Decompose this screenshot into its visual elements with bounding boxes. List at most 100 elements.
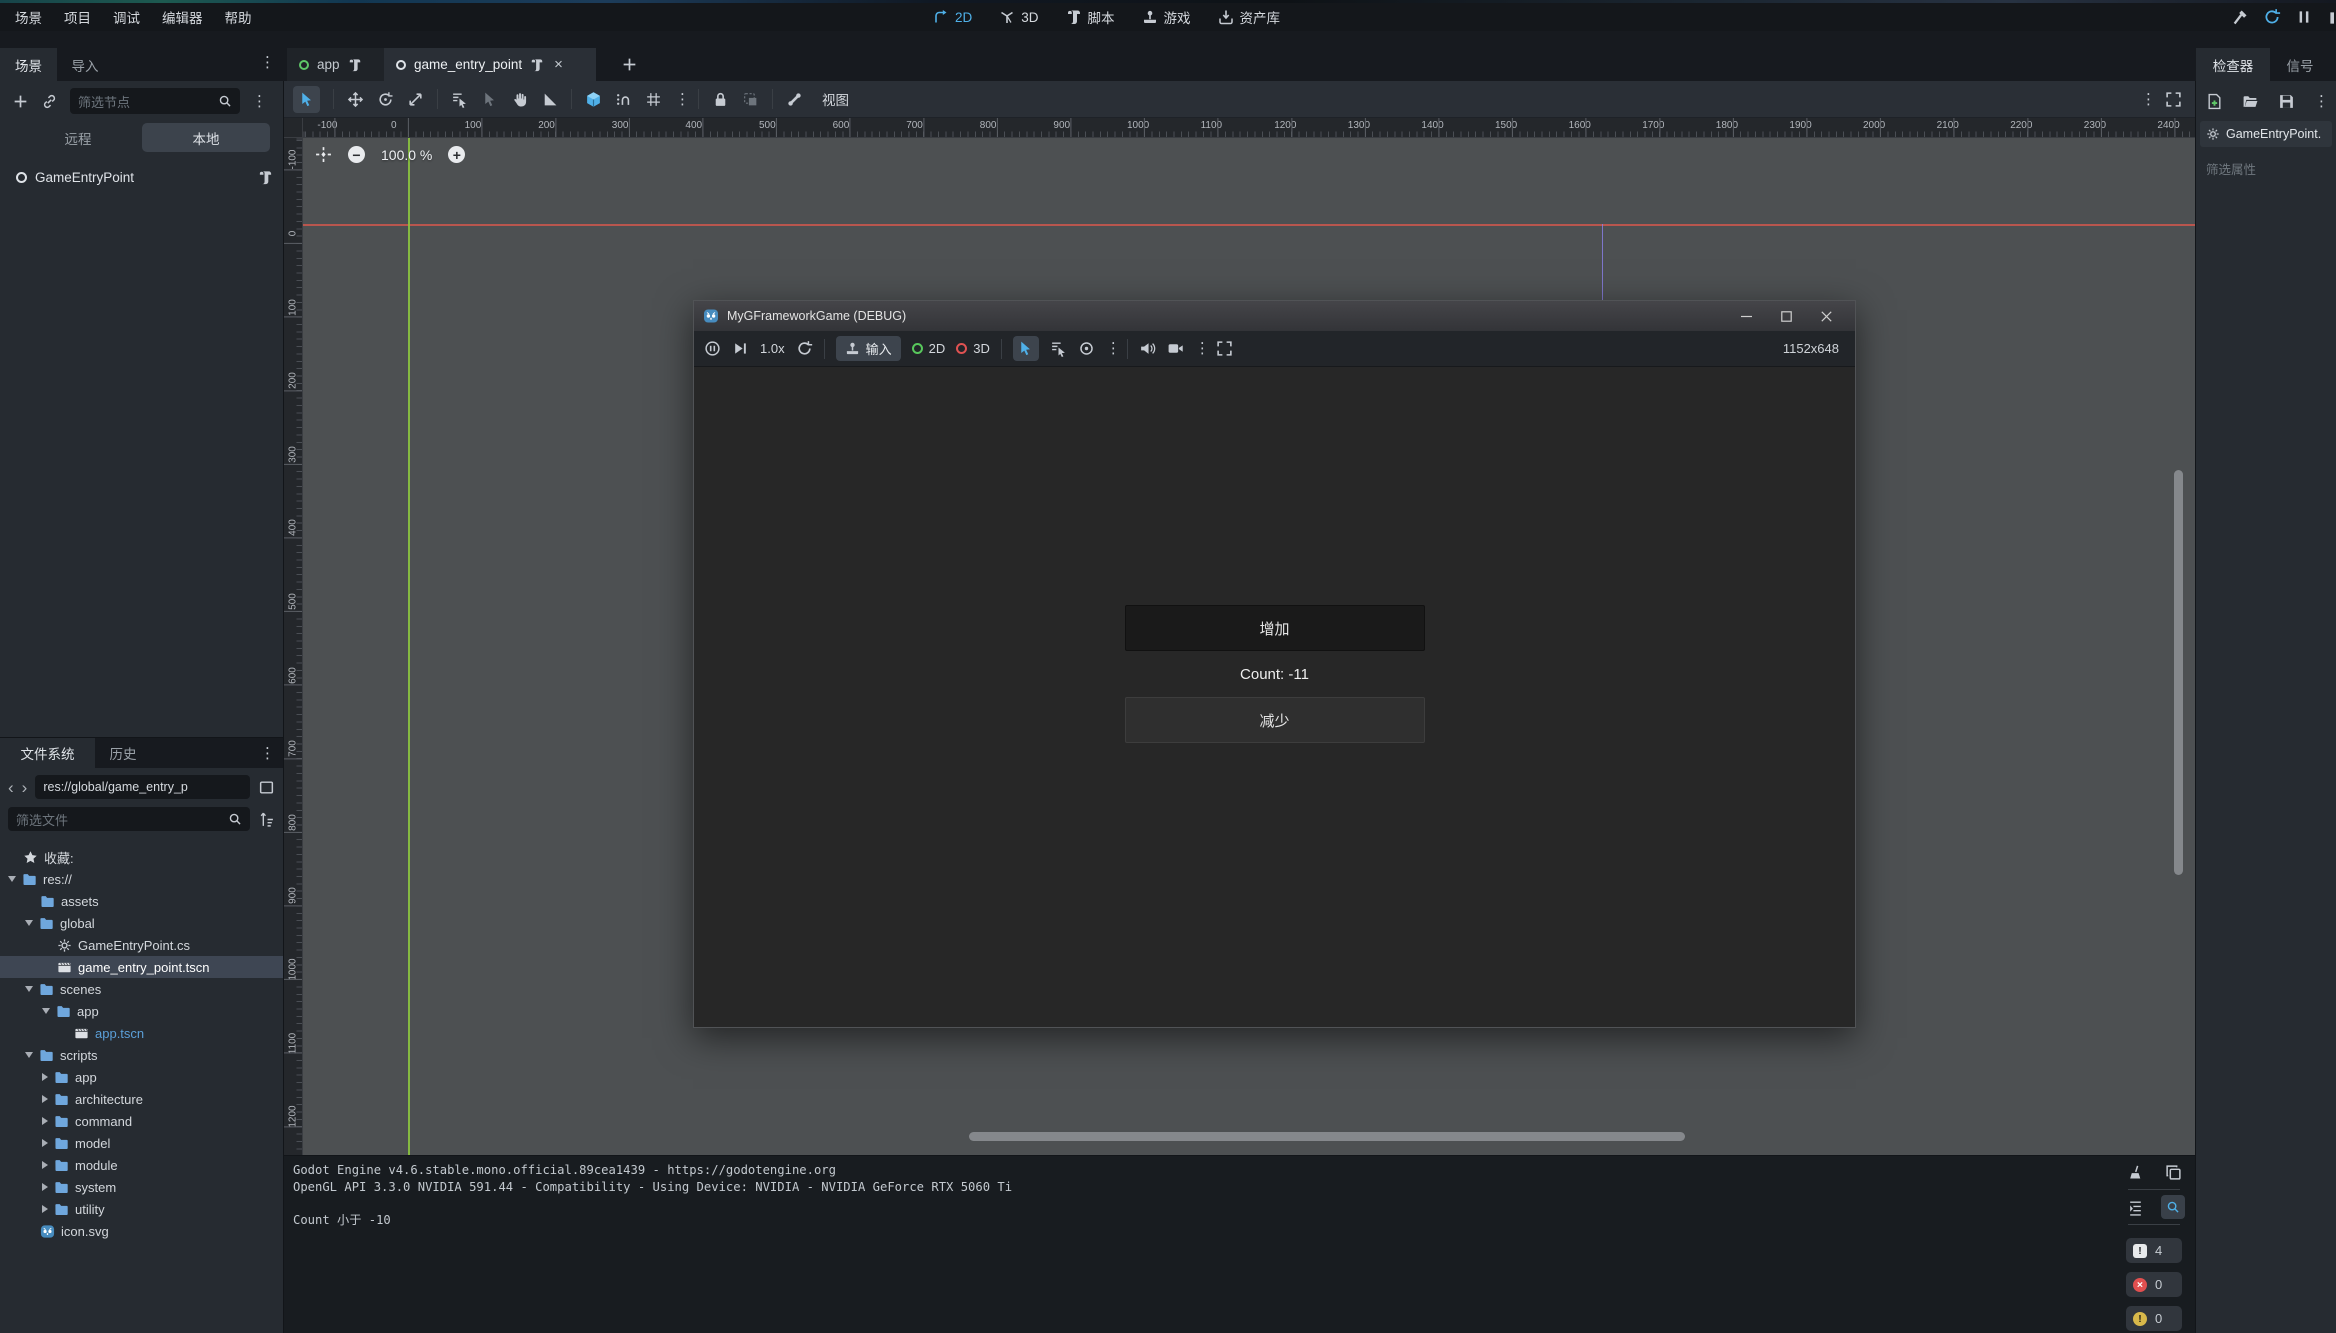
zoom-level[interactable]: 100.0 % [381,147,432,163]
warnings-counter[interactable]: ! 0 [2126,1306,2182,1331]
zoom-out-button[interactable]: − [348,146,365,163]
lock-node-icon[interactable] [712,91,729,108]
ruler-tool-icon[interactable] [541,91,558,108]
file-tree-row-assets[interactable]: assets [0,890,283,912]
script-icon[interactable] [530,58,544,72]
scene-tree-row-game-entry-point[interactable]: GameEntryPoint [6,165,277,189]
scene-tree-menu-icon[interactable]: ⋮ [252,94,262,109]
snap-options-menu-icon[interactable]: ⋮ [675,92,685,107]
expand-arrow-icon[interactable] [42,1008,50,1014]
scene-fs-divider[interactable] [0,737,283,738]
back-icon[interactable]: ‹ [8,779,14,796]
move-tool-icon[interactable] [347,91,364,108]
embed-fullscreen-icon[interactable] [1216,340,1233,357]
file-tree-row-scripts[interactable]: scripts [0,1044,283,1066]
zoom-in-button[interactable]: + [448,146,465,163]
messages-counter[interactable]: ! 4 [2126,1238,2182,1263]
instance-scene-icon[interactable] [41,93,58,110]
expand-arrow-icon[interactable] [25,1052,33,1058]
tab-history[interactable]: 历史 [95,738,151,768]
expand-arrow-icon[interactable] [42,1117,48,1125]
attached-script-icon[interactable] [258,170,273,185]
scene-dock-menu-icon[interactable]: ⋮ [260,55,270,70]
camera-override-icon[interactable] [1167,340,1184,357]
view-menu[interactable]: 视图 [816,89,855,109]
debug-2d-button[interactable]: 2D [912,341,946,356]
file-tree-row-icon.svg[interactable]: icon.svg [0,1220,283,1242]
expand-arrow-icon[interactable] [25,920,33,926]
add-scene-tab-button[interactable] [612,48,646,81]
file-tree-row-app[interactable]: app [0,1000,283,1022]
input-toggle-button[interactable]: 输入 [836,336,901,361]
camera-options-menu-icon[interactable]: ⋮ [1195,341,1205,356]
vertical-scrollbar[interactable] [2174,470,2183,875]
filesystem-menu-icon[interactable]: ⋮ [260,746,270,761]
workspace-assetlib[interactable]: 资产库 [1218,7,1281,27]
next-frame-icon[interactable] [732,340,749,357]
save-resource-icon[interactable] [2278,93,2295,110]
filter-properties-input[interactable]: 筛选属性 [2206,159,2256,178]
menu-scene[interactable]: 场景 [4,3,53,31]
file-tree-row-scenes[interactable]: scenes [0,978,283,1000]
file-tree-row-game-entry-point.tscn[interactable]: game_entry_point.tscn [0,956,283,978]
right-dock-divider[interactable] [2195,81,2196,1333]
filter-nodes-input[interactable]: 筛选节点 [70,88,240,114]
list-select-icon[interactable] [1050,340,1067,357]
scene-tab-app[interactable]: app [287,48,384,81]
debug-3d-button[interactable]: 3D [956,341,990,356]
script-icon[interactable] [348,58,362,72]
file-tree-row-command[interactable]: command [0,1110,283,1132]
maximize-button[interactable] [1766,301,1806,331]
list-select-icon[interactable] [451,91,468,108]
new-resource-icon[interactable] [2206,93,2223,110]
file-tree-row-module[interactable]: module [0,1154,283,1176]
file-tree-row-architecture[interactable]: architecture [0,1088,283,1110]
close-tab-icon[interactable]: × [554,56,563,73]
tab-filesystem[interactable]: 文件系统 [0,738,95,768]
selection-target-icon[interactable] [1078,340,1095,357]
game-window-titlebar[interactable]: MyGFrameworkGame (DEBUG) [694,301,1855,331]
left-dock-divider[interactable] [283,81,284,1333]
group-node-icon[interactable] [742,91,759,108]
menu-debug[interactable]: 调试 [102,3,151,31]
workspace-script[interactable]: 脚本 [1066,7,1115,27]
increase-button[interactable]: 增加 [1125,605,1425,651]
output-log[interactable]: Godot Engine v4.6.stable.mono.official.8… [293,1162,2116,1228]
decrease-button[interactable]: 减少 [1125,697,1425,743]
copy-output-button[interactable] [2161,1160,2185,1184]
clipped-run-icon[interactable] [2327,9,2334,25]
time-scale-label[interactable]: 1.0x [760,341,785,356]
menu-help[interactable]: 帮助 [214,3,263,31]
add-node-icon[interactable] [12,93,29,110]
local-button[interactable]: 本地 [142,123,270,152]
expand-viewport-icon[interactable] [2165,91,2182,108]
minimize-button[interactable] [1726,301,1766,331]
mute-audio-icon[interactable] [1139,340,1156,357]
collapse-duplicates-button[interactable] [2123,1195,2147,1219]
close-button[interactable] [1806,301,1846,331]
grid-snap-icon[interactable] [645,91,662,108]
dock-tab-signals[interactable]: 信号 [2270,48,2330,81]
tool-hammer-icon[interactable] [2231,8,2249,26]
use-snap-icon[interactable] [615,91,632,108]
skeleton-options-icon[interactable] [786,91,803,108]
file-tree-row-model[interactable]: model [0,1132,283,1154]
move-pivot-icon[interactable] [481,91,498,108]
workspace-3d[interactable]: 3D [999,9,1038,25]
pick-options-menu-icon[interactable]: ⋮ [1106,341,1116,356]
expand-arrow-icon[interactable] [42,1139,48,1147]
restart-icon[interactable] [2263,8,2281,26]
expand-arrow-icon[interactable] [42,1161,48,1169]
2d-canvas[interactable]: − 100.0 % + MyGFrameworkGame (DEBUG) [303,138,2196,1155]
errors-counter[interactable]: × 0 [2126,1272,2182,1297]
expand-arrow-icon[interactable] [42,1073,48,1081]
file-tree-row--[interactable]: 收藏: [0,846,283,868]
smart-snap-icon[interactable] [585,91,602,108]
expand-arrow-icon[interactable] [42,1183,48,1191]
filter-files-input[interactable]: 筛选文件 [8,807,250,831]
file-tree-row-utility[interactable]: utility [0,1198,283,1220]
toggle-split-mode-icon[interactable] [258,779,275,796]
expand-arrow-icon[interactable] [25,986,33,992]
load-resource-icon[interactable] [2242,93,2259,110]
file-tree-row-gameentrypoint.cs[interactable]: GameEntryPoint.cs [0,934,283,956]
